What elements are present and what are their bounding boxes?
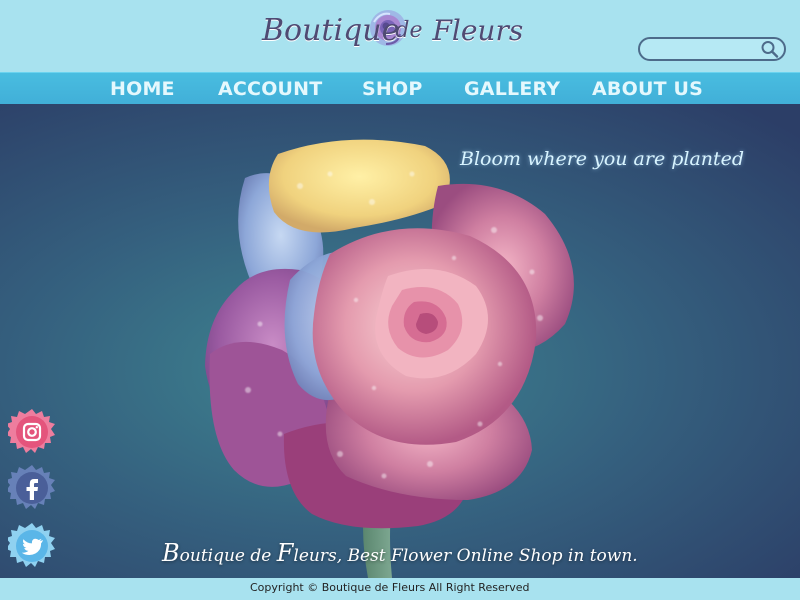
nav-account[interactable]: ACCOUNT	[218, 76, 322, 102]
hero-bottom-cap-b: B	[162, 539, 180, 567]
hero-tagline: Bloom where you are planted	[460, 148, 745, 170]
search-input[interactable]	[650, 41, 760, 57]
footer: Copyright © Boutique de Fleurs All Right…	[0, 578, 800, 600]
logo-word-de: de	[395, 17, 423, 43]
nav-home[interactable]: HOME	[110, 76, 175, 102]
hero-bottom-rest-1: outique de	[179, 546, 277, 566]
hero-bottom-cap-f: F	[276, 539, 294, 567]
hero-bottom-text: Boutique de Fleurs, Best Flower Online S…	[162, 539, 638, 567]
facebook-icon[interactable]	[8, 464, 56, 512]
rose-hero-image	[205, 139, 574, 578]
twitter-icon[interactable]	[8, 522, 56, 570]
header: Boutique de Fleurs	[0, 0, 800, 72]
search-box[interactable]	[638, 37, 786, 61]
hero-bottom-rest-2: leurs, Best Flower Online Shop in town.	[293, 546, 638, 566]
main-nav: HOME ACCOUNT SHOP GALLERY ABOUT US	[0, 72, 800, 104]
logo-word-boutique: Boutique	[262, 12, 400, 48]
instagram-icon[interactable]	[8, 408, 56, 456]
hero-banner: Bloom where you are planted Boutique de …	[0, 104, 800, 578]
nav-gallery[interactable]: GALLERY	[464, 76, 560, 102]
copyright-text: Copyright © Boutique de Fleurs All Right…	[250, 581, 530, 594]
nav-about-us[interactable]: ABOUT US	[592, 76, 703, 102]
logo-word-fleurs: Fleurs	[432, 13, 524, 47]
nav-shop[interactable]: SHOP	[362, 76, 422, 102]
search-icon[interactable]	[760, 40, 780, 58]
logo[interactable]: Boutique de Fleurs	[262, 8, 523, 52]
